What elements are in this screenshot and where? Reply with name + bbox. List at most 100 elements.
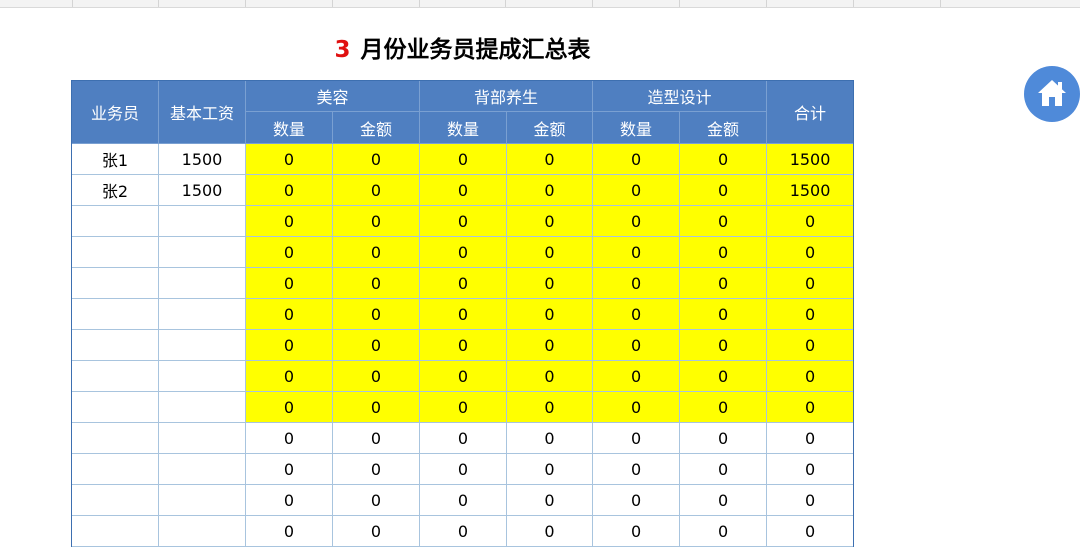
cell-back-care-amount[interactable]: 0 [506, 453, 594, 485]
cell-total[interactable]: 1500 [766, 143, 855, 175]
cell-styling-quantity[interactable]: 0 [592, 515, 681, 547]
cell-back-care-quantity[interactable]: 0 [419, 484, 508, 516]
cell-total[interactable]: 0 [766, 329, 855, 361]
cell-salesperson[interactable] [71, 484, 159, 516]
cell-salesperson[interactable]: 张2 [71, 174, 159, 206]
cell-total[interactable]: 0 [766, 515, 855, 547]
cell-salesperson[interactable] [71, 422, 159, 454]
cell-beauty-amount[interactable]: 0 [331, 422, 421, 454]
cell-salesperson[interactable] [71, 236, 159, 268]
cell-styling-amount[interactable]: 0 [679, 453, 768, 485]
cell-back-care-quantity[interactable]: 0 [419, 267, 508, 299]
cell-total[interactable]: 0 [766, 298, 855, 330]
header-group-beauty[interactable]: 美容 [244, 80, 421, 112]
cell-styling-quantity[interactable]: 0 [592, 329, 681, 361]
cell-beauty-amount[interactable]: 0 [331, 484, 421, 516]
cell-beauty-quantity[interactable]: 0 [245, 391, 333, 423]
cell-back-care-amount[interactable]: 0 [506, 515, 594, 547]
header-back-care-quantity[interactable]: 数量 [419, 111, 508, 144]
cell-base-salary[interactable] [158, 360, 246, 392]
cell-base-salary[interactable]: 1500 [158, 143, 246, 175]
cell-beauty-amount[interactable]: 0 [331, 174, 421, 206]
cell-back-care-amount[interactable]: 0 [506, 422, 594, 454]
cell-styling-quantity[interactable]: 0 [592, 298, 681, 330]
cell-styling-amount[interactable]: 0 [679, 174, 768, 206]
header-beauty-quantity[interactable]: 数量 [245, 111, 333, 144]
cell-beauty-quantity[interactable]: 0 [245, 360, 333, 392]
cell-back-care-quantity[interactable]: 0 [419, 205, 508, 237]
cell-base-salary[interactable] [158, 453, 246, 485]
cell-salesperson[interactable]: 张1 [71, 143, 159, 175]
cell-total[interactable]: 1500 [766, 174, 855, 206]
cell-salesperson[interactable] [71, 267, 159, 299]
cell-back-care-amount[interactable]: 0 [506, 298, 594, 330]
cell-styling-amount[interactable]: 0 [679, 205, 768, 237]
header-styling-amount[interactable]: 金额 [679, 111, 768, 144]
cell-back-care-quantity[interactable]: 0 [419, 515, 508, 547]
cell-styling-amount[interactable]: 0 [679, 267, 768, 299]
cell-total[interactable]: 0 [766, 205, 855, 237]
cell-styling-amount[interactable]: 0 [679, 329, 768, 361]
cell-base-salary[interactable] [158, 391, 246, 423]
cell-back-care-quantity[interactable]: 0 [419, 236, 508, 268]
cell-base-salary[interactable] [158, 236, 246, 268]
cell-beauty-amount[interactable]: 0 [331, 267, 421, 299]
cell-styling-amount[interactable]: 0 [679, 484, 768, 516]
cell-base-salary[interactable]: 1500 [158, 174, 246, 206]
header-group-back-care[interactable]: 背部养生 [419, 80, 594, 112]
cell-styling-amount[interactable]: 0 [679, 515, 768, 547]
cell-total[interactable]: 0 [766, 236, 855, 268]
cell-salesperson[interactable] [71, 205, 159, 237]
cell-back-care-amount[interactable]: 0 [506, 205, 594, 237]
cell-styling-amount[interactable]: 0 [679, 422, 768, 454]
cell-base-salary[interactable] [158, 267, 246, 299]
cell-salesperson[interactable] [71, 329, 159, 361]
cell-styling-amount[interactable]: 0 [679, 236, 768, 268]
cell-back-care-quantity[interactable]: 0 [419, 143, 508, 175]
cell-back-care-amount[interactable]: 0 [506, 391, 594, 423]
cell-total[interactable]: 0 [766, 484, 855, 516]
cell-styling-quantity[interactable]: 0 [592, 174, 681, 206]
cell-styling-quantity[interactable]: 0 [592, 453, 681, 485]
cell-back-care-amount[interactable]: 0 [506, 267, 594, 299]
cell-salesperson[interactable] [71, 298, 159, 330]
cell-styling-amount[interactable]: 0 [679, 391, 768, 423]
cell-beauty-quantity[interactable]: 0 [245, 515, 333, 547]
cell-beauty-quantity[interactable]: 0 [245, 298, 333, 330]
cell-total[interactable]: 0 [766, 360, 855, 392]
header-total[interactable]: 合计 [766, 80, 855, 144]
header-group-styling[interactable]: 造型设计 [592, 80, 768, 112]
cell-beauty-amount[interactable]: 0 [331, 360, 421, 392]
cell-styling-quantity[interactable]: 0 [592, 205, 681, 237]
cell-base-salary[interactable] [158, 422, 246, 454]
home-button[interactable] [1024, 66, 1080, 122]
header-back-care-amount[interactable]: 金额 [506, 111, 594, 144]
cell-styling-quantity[interactable]: 0 [592, 236, 681, 268]
cell-back-care-amount[interactable]: 0 [506, 143, 594, 175]
cell-beauty-quantity[interactable]: 0 [245, 329, 333, 361]
cell-salesperson[interactable] [71, 515, 159, 547]
cell-back-care-amount[interactable]: 0 [506, 174, 594, 206]
cell-beauty-quantity[interactable]: 0 [245, 174, 333, 206]
cell-base-salary[interactable] [158, 329, 246, 361]
cell-back-care-quantity[interactable]: 0 [419, 298, 508, 330]
cell-styling-amount[interactable]: 0 [679, 143, 768, 175]
cell-back-care-quantity[interactable]: 0 [419, 391, 508, 423]
cell-beauty-quantity[interactable]: 0 [245, 236, 333, 268]
cell-styling-quantity[interactable]: 0 [592, 267, 681, 299]
cell-back-care-quantity[interactable]: 0 [419, 453, 508, 485]
cell-beauty-amount[interactable]: 0 [331, 391, 421, 423]
cell-base-salary[interactable] [158, 298, 246, 330]
cell-styling-amount[interactable]: 0 [679, 360, 768, 392]
cell-back-care-amount[interactable]: 0 [506, 236, 594, 268]
cell-styling-quantity[interactable]: 0 [592, 391, 681, 423]
cell-back-care-amount[interactable]: 0 [506, 484, 594, 516]
header-styling-quantity[interactable]: 数量 [592, 111, 681, 144]
cell-styling-quantity[interactable]: 0 [592, 484, 681, 516]
cell-styling-quantity[interactable]: 0 [592, 360, 681, 392]
cell-beauty-quantity[interactable]: 0 [245, 484, 333, 516]
cell-total[interactable]: 0 [766, 267, 855, 299]
cell-beauty-amount[interactable]: 0 [331, 205, 421, 237]
cell-salesperson[interactable] [71, 453, 159, 485]
cell-base-salary[interactable] [158, 484, 246, 516]
